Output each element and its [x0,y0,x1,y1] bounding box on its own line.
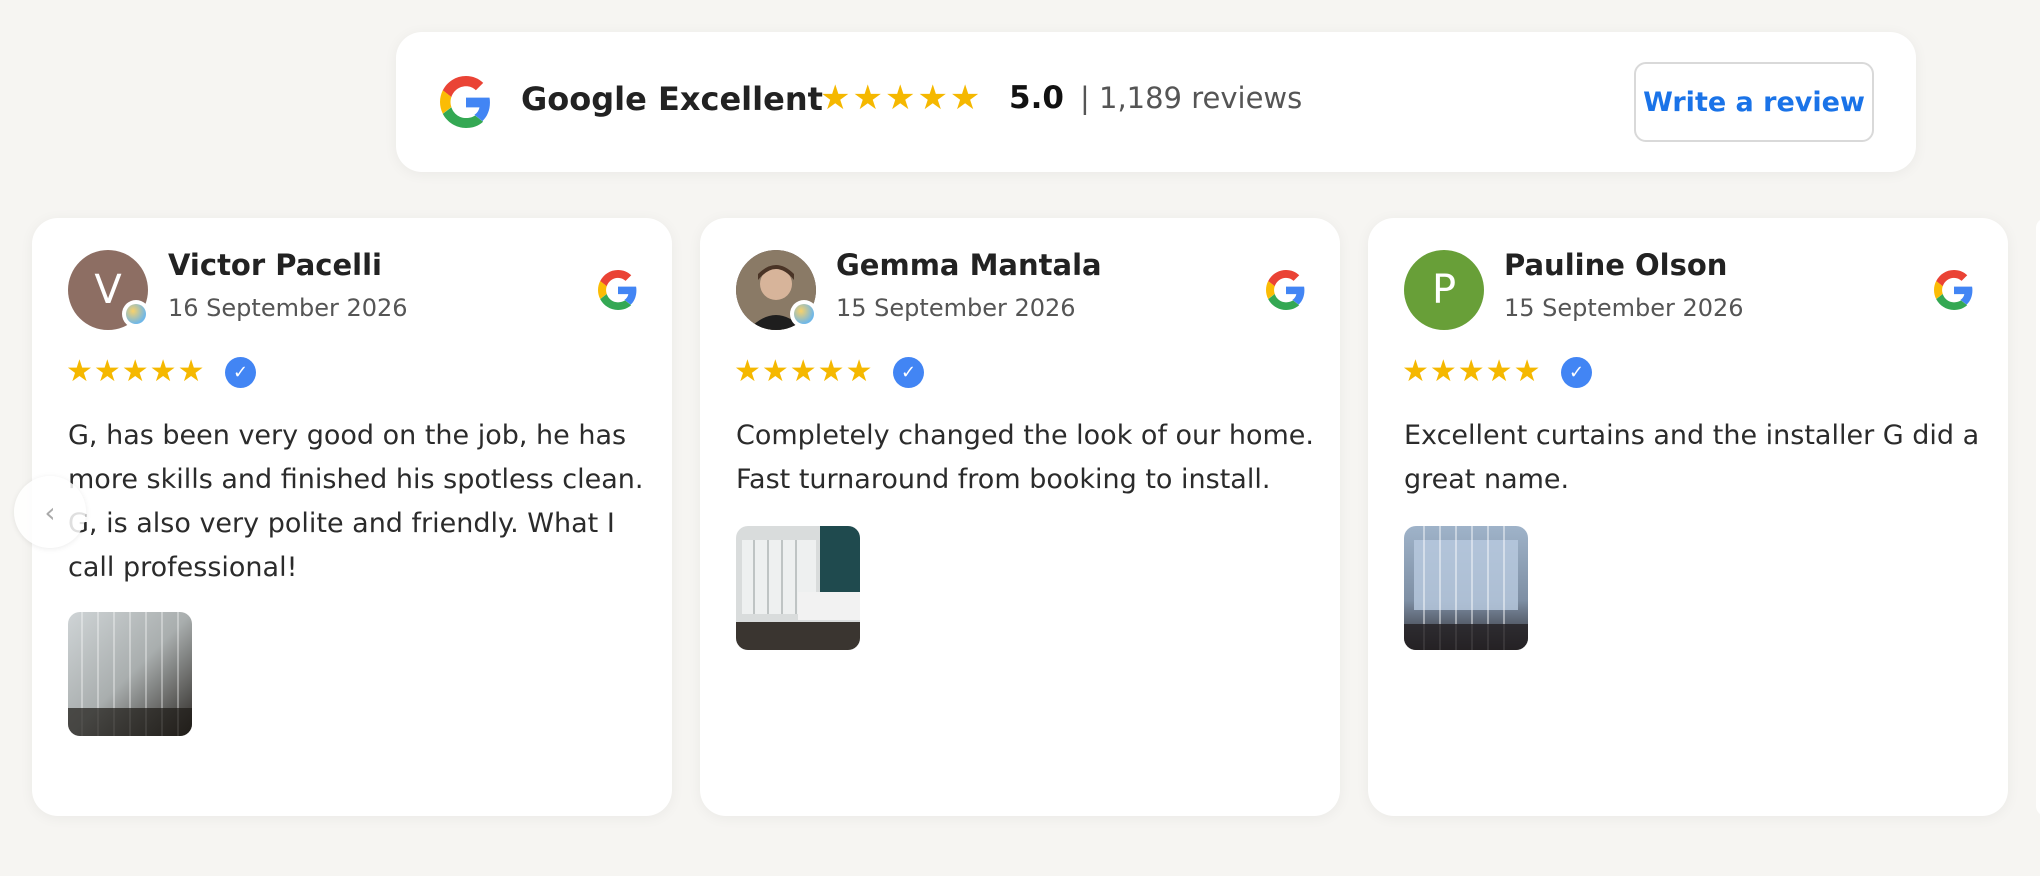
reviewer-name: Pauline Olson [1504,248,1728,282]
brand-label: Google [521,80,647,118]
write-review-button[interactable]: Write a review [1634,62,1874,142]
review-photo[interactable] [68,612,192,736]
avatar: V [68,250,150,330]
carousel-prev-button[interactable]: ‹ [14,476,86,548]
local-guide-badge-icon [790,300,818,328]
google-g-icon [440,76,490,128]
reviewer-name: Victor Pacelli [168,248,382,282]
review-date: 15 September 2026 [1504,294,1744,322]
rating-word: Excellent [658,80,823,118]
reviewer-name: Gemma Mantala [836,248,1102,282]
google-g-icon [1934,270,1973,310]
window-photo-image [1404,526,1528,650]
curtain-photo-image [68,612,192,736]
avatar-initial: P [1431,267,1457,313]
local-guide-badge-icon [122,300,150,328]
verified-check-icon: ✓ [1561,357,1592,388]
rating-summary-bar: Google Excellent ★★★★★ 5.0 | 1,189 revie… [396,32,1916,172]
google-g-icon [1266,270,1305,310]
review-stars: ★★★★★ [66,354,206,389]
review-card: V Victor Pacelli 16 September 2026 ★★★★★… [32,218,672,816]
review-count: | 1,189 reviews [1080,81,1303,115]
review-card: Gemma Mantala 15 September 2026 ★★★★★ ✓ … [700,218,1340,816]
next-review-card-edge [2036,218,2040,816]
avatar-initial: V [94,267,122,313]
avatar: P [1404,250,1484,330]
review-card: P Pauline Olson 15 September 2026 ★★★★★ … [1368,218,2008,816]
review-date: 15 September 2026 [836,294,1076,322]
review-text: Excellent curtains and the installer G d… [1404,420,1980,495]
review-date: 16 September 2026 [168,294,408,322]
review-photo[interactable] [1404,526,1528,650]
google-g-icon [598,270,637,310]
avatar [736,250,818,330]
rating-score: 5.0 [1009,80,1064,116]
review-stars: ★★★★★ [734,354,874,389]
chevron-left-icon: ‹ [44,495,56,529]
verified-check-icon: ✓ [893,357,924,388]
review-stars: ★★★★★ [1402,354,1542,389]
review-photo[interactable] [736,526,860,650]
bedroom-photo-image [736,526,860,650]
review-text: Completely changed the look of our home.… [736,420,1314,495]
verified-check-icon: ✓ [225,357,256,388]
summary-stars: ★★★★★ [820,78,983,118]
review-text: G, has been very good on the job, he has… [68,420,644,583]
